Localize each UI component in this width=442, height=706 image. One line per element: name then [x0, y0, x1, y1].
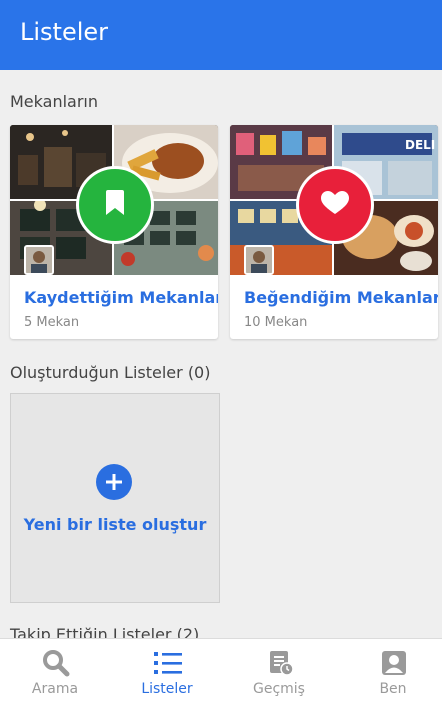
profile-icon: [380, 649, 408, 677]
liked-places-count: 10 Mekan: [244, 315, 308, 330]
history-icon: [266, 649, 294, 677]
create-list-label: Yeni bir liste oluştur: [23, 515, 207, 534]
saved-places-count: 5 Mekan: [24, 315, 80, 330]
saved-places-title: Kaydettiğim Mekanlar: [24, 288, 218, 307]
bookmark-badge: [76, 166, 154, 244]
plus-icon: [96, 464, 132, 500]
app-bar: Listeler: [0, 0, 442, 70]
heart-badge: [296, 166, 374, 244]
page-title: Listeler: [20, 18, 109, 46]
saved-places-card[interactable]: Kaydettiğim Mekanlar 5 Mekan: [10, 125, 218, 339]
liked-places-title: Beğendiğim Mekanlar: [244, 288, 438, 307]
bookmark-icon: [105, 190, 125, 220]
create-list-button[interactable]: Yeni bir liste oluştur: [10, 393, 220, 603]
places-section-title: Mekanların: [10, 92, 98, 111]
tab-lists-label: Listeler: [141, 681, 193, 697]
tab-search[interactable]: Arama: [0, 639, 110, 706]
liked-places-card[interactable]: DELI Beğendiğim Mekanlar 10 Mekan: [230, 125, 438, 339]
tab-history-label: Geçmiş: [253, 681, 305, 697]
followed-lists-title: Takip Ettiğin Listeler (2): [10, 625, 200, 638]
bottom-nav: Arama Listeler Geçmiş Ben: [0, 638, 442, 706]
search-icon: [42, 649, 70, 677]
tab-lists[interactable]: Listeler: [112, 639, 222, 706]
tab-profile-label: Ben: [379, 681, 407, 697]
created-lists-title: Oluşturduğun Listeler (0): [10, 363, 211, 382]
avatar: [244, 245, 274, 275]
list-icon: [154, 649, 182, 677]
lists-content[interactable]: Mekanların Kaydettiğim Mekanlar 5 Mekan …: [0, 70, 442, 638]
tab-history[interactable]: Geçmiş: [224, 639, 334, 706]
tab-search-label: Arama: [31, 681, 79, 697]
tab-profile[interactable]: Ben: [338, 639, 442, 706]
heart-icon: [321, 191, 349, 219]
svg-text:DELI: DELI: [405, 138, 435, 152]
avatar: [24, 245, 54, 275]
